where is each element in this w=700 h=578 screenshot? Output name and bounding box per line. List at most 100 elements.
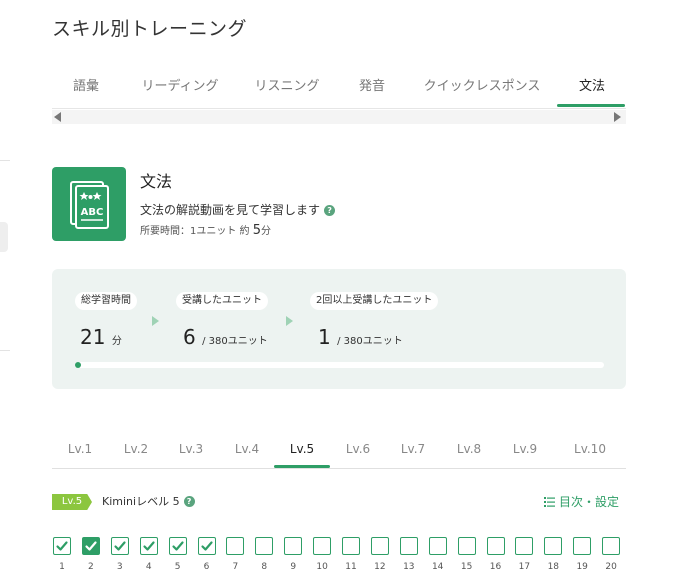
stat-label-units-taken: 受講したユニット bbox=[176, 292, 268, 310]
skill-duration: 所要時間：1ユニット 約 5分 bbox=[140, 222, 271, 238]
check-icon bbox=[114, 541, 126, 551]
stat-label-units-repeated: 2回以上受講したユニット bbox=[310, 292, 439, 310]
unit-number: 8 bbox=[261, 562, 268, 572]
level-tab-4[interactable]: Lv.4 bbox=[219, 436, 275, 464]
stat-units-repeated: 1 / 380ユニット bbox=[318, 325, 403, 349]
check-icon bbox=[85, 541, 97, 551]
toc-label: 目次・設定 bbox=[559, 495, 620, 509]
tabs-scrollbar[interactable] bbox=[52, 110, 626, 124]
page-title: スキル別トレーニング bbox=[52, 18, 248, 40]
unit-checkbox-9[interactable] bbox=[284, 537, 303, 555]
active-level-indicator bbox=[274, 465, 330, 468]
unit-number: 1 bbox=[59, 562, 65, 572]
toc-settings-button[interactable]: 目次・設定 bbox=[544, 494, 619, 510]
stat-total-time: 21 分 bbox=[80, 325, 122, 349]
scroll-left-icon[interactable] bbox=[54, 112, 61, 122]
unit-number: 18 bbox=[547, 562, 560, 572]
check-icon bbox=[171, 541, 184, 551]
unit-number: 12 bbox=[374, 562, 386, 572]
level-tabs: Lv.1 Lv.2 Lv.3 Lv.4 Lv.5 Lv.6 Lv.7 Lv.8 … bbox=[52, 436, 626, 469]
unit-number: 15 bbox=[460, 562, 473, 572]
unit-checkbox-7[interactable] bbox=[226, 537, 245, 555]
unit-checkbox-12[interactable] bbox=[370, 537, 389, 555]
unit-checkbox-5[interactable] bbox=[168, 537, 187, 555]
list-icon bbox=[544, 497, 555, 507]
stat-units-repeated-unit: / 380ユニット bbox=[337, 336, 403, 347]
unit-checkbox-3[interactable] bbox=[110, 537, 129, 555]
unit-checkbox-16[interactable] bbox=[486, 537, 505, 555]
unit-checkbox-13[interactable] bbox=[399, 537, 418, 555]
tab-vocabulary[interactable]: 語彙 bbox=[52, 72, 120, 106]
grammar-skill-icon: ABC bbox=[52, 167, 126, 241]
unit-checkbox-2[interactable] bbox=[81, 537, 100, 555]
level-tab-7[interactable]: Lv.7 bbox=[385, 436, 441, 464]
unit-number: 2 bbox=[88, 562, 94, 572]
stat-units-taken: 6 / 380ユニット bbox=[183, 325, 268, 349]
unit-checkbox-15[interactable] bbox=[457, 537, 476, 555]
stat-total-time-unit: 分 bbox=[111, 336, 122, 347]
level-tab-1[interactable]: Lv.1 bbox=[52, 436, 108, 464]
unit-checkbox-20[interactable] bbox=[602, 537, 621, 555]
stat-units-repeated-value: 1 bbox=[318, 325, 331, 349]
skill-tabs: 語彙 リーディング リスニング 発音 クイックレスポンス 文法 bbox=[52, 72, 626, 109]
check-icon bbox=[200, 541, 213, 551]
unit-checkbox-19[interactable] bbox=[573, 537, 592, 555]
left-divider bbox=[0, 350, 10, 351]
left-divider bbox=[0, 160, 10, 161]
unit-number: 3 bbox=[116, 562, 123, 572]
level-tab-2[interactable]: Lv.2 bbox=[108, 436, 164, 464]
unit-number: 19 bbox=[576, 562, 588, 572]
tab-listening[interactable]: リスニング bbox=[242, 72, 332, 106]
unit-number: 17 bbox=[518, 562, 531, 572]
skill-title: 文法 bbox=[140, 172, 173, 191]
level-tab-10[interactable]: Lv.10 bbox=[560, 436, 620, 464]
unit-checkbox-10[interactable] bbox=[313, 537, 332, 555]
unit-checkbox-1[interactable] bbox=[53, 537, 71, 555]
duration-prefix: 所要時間：1ユニット 約 bbox=[140, 226, 250, 237]
tab-pronunciation[interactable]: 発音 bbox=[342, 72, 402, 106]
unit-checkbox-11[interactable] bbox=[342, 537, 360, 555]
tab-grammar[interactable]: 文法 bbox=[558, 72, 626, 106]
unit-number: 9 bbox=[290, 562, 297, 572]
tab-reading[interactable]: リーディング bbox=[130, 72, 230, 106]
stat-units-taken-unit: / 380ユニット bbox=[202, 336, 268, 347]
help-icon[interactable]: ? bbox=[324, 205, 336, 216]
unit-checkbox-18[interactable] bbox=[544, 537, 563, 555]
level-tab-3[interactable]: Lv.3 bbox=[163, 436, 219, 464]
stat-label-total-time: 総学習時間 bbox=[75, 292, 137, 310]
arrow-right-icon bbox=[286, 316, 293, 326]
unit-checkbox-6[interactable] bbox=[197, 537, 216, 555]
scroll-right-icon[interactable] bbox=[614, 112, 621, 122]
active-tab-indicator bbox=[557, 104, 625, 107]
unit-number: 11 bbox=[345, 562, 357, 572]
stat-total-time-value: 21 bbox=[80, 325, 106, 349]
unit-number: 5 bbox=[174, 562, 181, 572]
level-tab-9[interactable]: Lv.9 bbox=[497, 436, 553, 464]
unit-number: 10 bbox=[316, 562, 328, 572]
unit-number: 13 bbox=[403, 562, 415, 572]
duration-unit: 分 bbox=[261, 226, 272, 237]
help-icon[interactable]: ? bbox=[183, 496, 195, 507]
svg-text:ABC: ABC bbox=[81, 207, 104, 218]
check-icon bbox=[143, 541, 155, 551]
tab-quick-response[interactable]: クイックレスポンス bbox=[412, 72, 552, 106]
level-tab-8[interactable]: Lv.8 bbox=[441, 436, 497, 464]
unit-checkbox-4[interactable] bbox=[139, 537, 158, 555]
unit-number: 7 bbox=[232, 562, 239, 572]
unit-number: 6 bbox=[203, 562, 210, 572]
level-badge: Lv.5 bbox=[52, 494, 92, 510]
unit-number: 16 bbox=[489, 562, 502, 572]
abc-book-icon: ABC bbox=[70, 181, 109, 229]
level-name-text: Kiminiレベル 5 bbox=[102, 495, 180, 508]
arrow-right-icon bbox=[152, 316, 159, 326]
unit-checkbox-17[interactable] bbox=[515, 537, 534, 555]
unit-checkbox-8[interactable] bbox=[255, 537, 274, 555]
unit-number: 14 bbox=[431, 562, 444, 572]
skill-description: 文法の解説動画を見て学習します? bbox=[140, 201, 336, 218]
unit-checkbox-14[interactable] bbox=[428, 537, 447, 555]
level-tab-5[interactable]: Lv.5 bbox=[274, 436, 330, 464]
progress-fill bbox=[75, 362, 81, 368]
progress-bar bbox=[75, 362, 604, 368]
check-icon bbox=[56, 541, 68, 551]
level-tab-6[interactable]: Lv.6 bbox=[330, 436, 386, 464]
